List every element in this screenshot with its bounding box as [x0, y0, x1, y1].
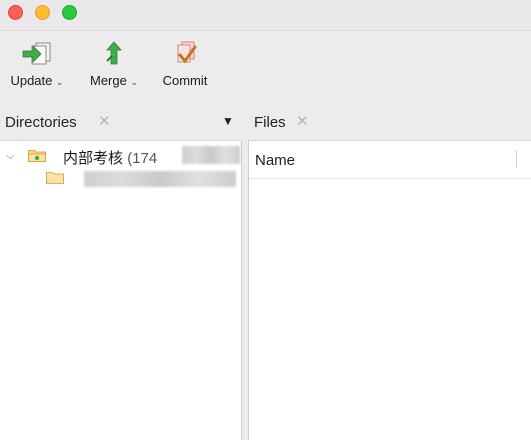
tree-item-child[interactable]	[0, 168, 241, 190]
commit-button[interactable]: Commit	[155, 39, 215, 88]
merge-dropdown-icon[interactable]: ⌄	[130, 77, 138, 87]
update-dropdown-icon[interactable]: ⌄	[56, 77, 64, 87]
update-label: Update	[10, 73, 53, 88]
redacted-block	[182, 146, 240, 164]
directories-close-icon[interactable]: ✕	[98, 112, 111, 130]
merge-icon	[106, 41, 122, 65]
column-header-name[interactable]: Name	[255, 152, 295, 169]
tree-item-name: 内部考核	[63, 150, 124, 167]
directories-tab[interactable]: Directories ✕ ▼	[0, 104, 244, 140]
window-minimize-button[interactable]	[35, 5, 50, 20]
folder-open-icon	[28, 150, 46, 162]
files-tab[interactable]: Files ✕	[248, 104, 531, 140]
files-title: Files	[254, 114, 286, 131]
window-maximize-button[interactable]	[62, 5, 77, 20]
commit-icon	[177, 41, 197, 64]
redacted-block	[84, 171, 236, 187]
merge-button[interactable]: Merge ⌄	[84, 39, 144, 88]
update-icon	[22, 42, 51, 65]
folder-icon	[46, 172, 64, 184]
toolbar: Update ⌄ Merge ⌄ Commit	[0, 30, 531, 103]
commit-label: Commit	[162, 73, 208, 88]
chevron-down-icon[interactable]: ⌵	[6, 150, 14, 163]
tree-item-label: 内部考核 (174	[63, 147, 157, 168]
merge-label: Merge	[89, 73, 127, 88]
window-close-button[interactable]	[8, 5, 23, 20]
directories-title: Directories	[5, 114, 77, 131]
files-list: Name	[248, 140, 531, 440]
header-divider	[249, 178, 531, 179]
update-button[interactable]: Update ⌄	[4, 39, 70, 88]
directories-tree: ⌵ 内部考核 (174	[0, 140, 242, 440]
tree-item-count: (174	[127, 150, 158, 167]
directories-menu-icon[interactable]: ▼	[222, 114, 234, 128]
title-bar	[0, 0, 531, 30]
tree-item-root[interactable]: ⌵ 内部考核 (174	[0, 144, 241, 168]
column-separator[interactable]	[516, 150, 517, 168]
files-close-icon[interactable]: ✕	[296, 112, 309, 130]
